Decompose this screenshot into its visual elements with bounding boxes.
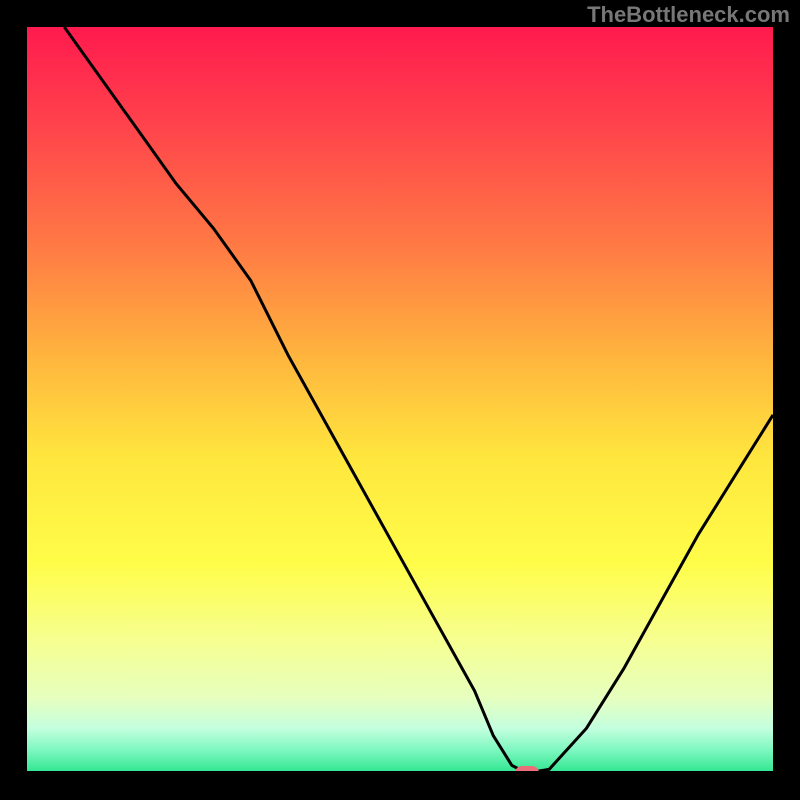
chart-frame: TheBottleneck.com: [0, 0, 800, 800]
plot-area: [27, 27, 773, 773]
curve-layer: [27, 27, 773, 773]
x-axis-line: [27, 771, 773, 773]
bottleneck-curve: [64, 27, 773, 773]
watermark-text: TheBottleneck.com: [587, 2, 790, 28]
